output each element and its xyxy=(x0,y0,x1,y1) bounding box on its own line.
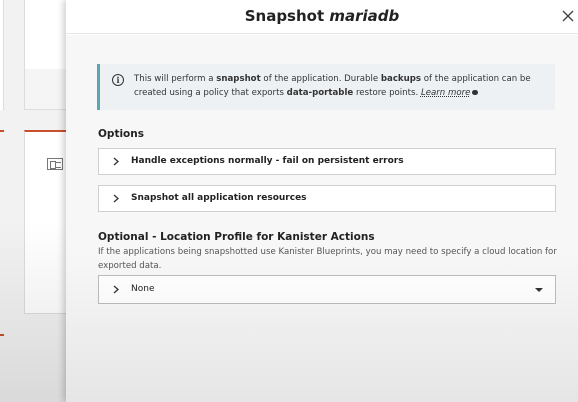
info-icon: i xyxy=(112,74,124,86)
accordion-label: Snapshot all application resources xyxy=(131,193,307,203)
learn-more-link[interactable]: Learn more xyxy=(421,88,479,98)
info-text-bold: snapshot xyxy=(216,74,261,84)
option-handle-exceptions-accordion[interactable]: Handle exceptions normally - fail on per… xyxy=(98,148,556,175)
chevron-right-icon xyxy=(113,285,119,294)
location-profile-help: If the applications being snapshotted us… xyxy=(98,247,557,271)
accordion-label: Handle exceptions normally - fail on per… xyxy=(131,156,404,166)
info-text-bold: backups xyxy=(380,74,422,84)
option-snapshot-all-accordion[interactable]: Snapshot all application resources xyxy=(98,185,556,212)
close-icon[interactable] xyxy=(561,9,575,23)
background-shade xyxy=(0,0,70,402)
drawer-header: Snapshot mariadb xyxy=(66,0,578,34)
info-banner: i This will perform a snapshot of the ap… xyxy=(97,64,555,110)
chat-bubble-icon xyxy=(472,89,479,95)
location-profile-value: None xyxy=(131,284,155,294)
learn-more-label: Learn more xyxy=(420,87,471,98)
info-text: This will perform a xyxy=(134,74,217,84)
options-heading: Options xyxy=(98,128,144,140)
caret-down-icon xyxy=(535,288,543,292)
location-profile-select[interactable]: None xyxy=(98,275,556,304)
chevron-right-icon xyxy=(113,194,119,203)
snapshot-drawer: Snapshot mariadb i This will perform a s… xyxy=(66,0,578,402)
drawer-title-app-name: mariadb xyxy=(329,7,400,25)
info-text: restore points. xyxy=(353,87,421,98)
drawer-title: Snapshot mariadb xyxy=(66,7,578,25)
info-text: of the application. Durable xyxy=(260,74,381,84)
drawer-title-prefix: Snapshot xyxy=(244,7,330,25)
info-text-bold: data-portable xyxy=(286,87,354,98)
chevron-right-icon xyxy=(113,157,119,166)
drawer-body: i This will perform a snapshot of the ap… xyxy=(66,35,578,402)
location-profile-heading: Optional - Location Profile for Kanister… xyxy=(98,231,375,243)
